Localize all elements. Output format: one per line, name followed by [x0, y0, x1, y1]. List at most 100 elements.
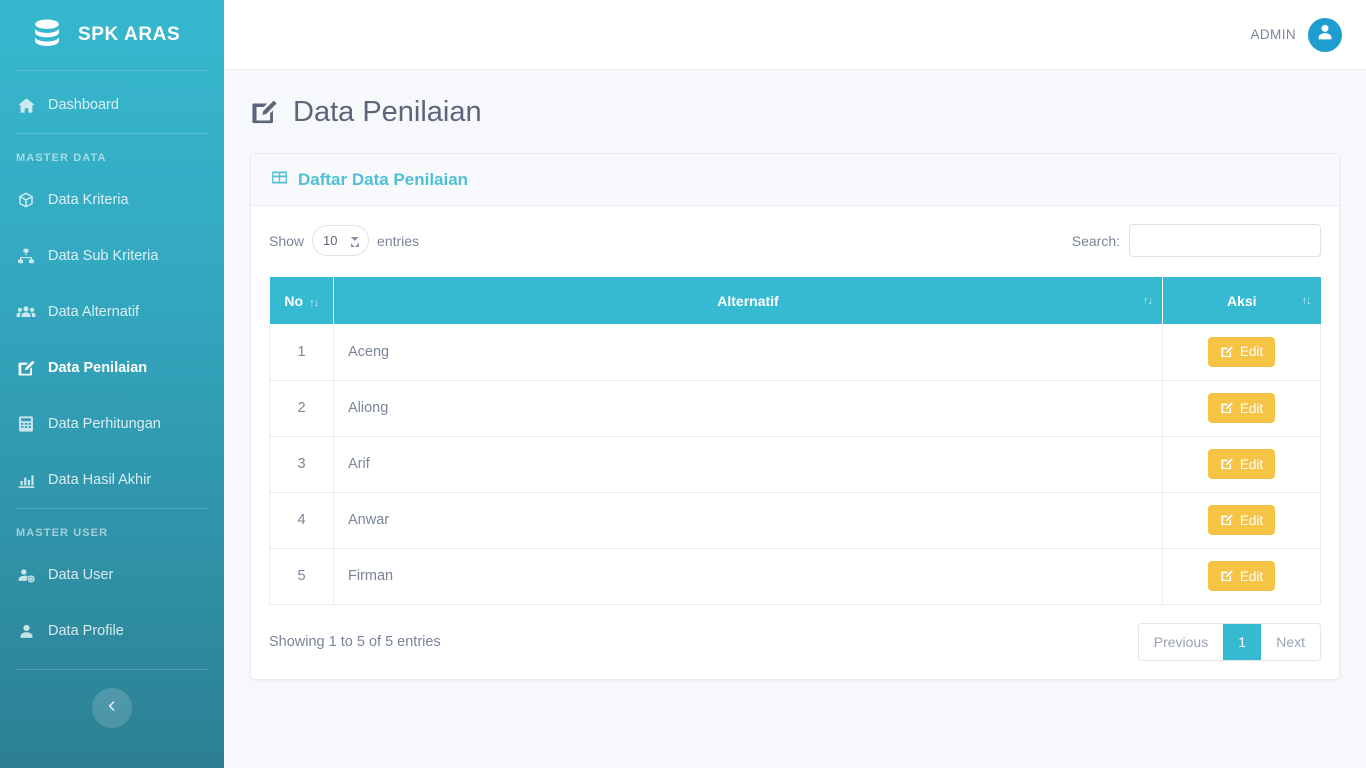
- sidebar-divider-top: [16, 70, 208, 71]
- edit-button-label: Edit: [1239, 344, 1264, 360]
- table-row: 3 Arif Edit: [269, 436, 1321, 493]
- user-icon: [16, 621, 36, 641]
- topbar: ADMIN: [224, 0, 1366, 70]
- sidebar-item-label: Data User: [48, 567, 114, 583]
- table-header-row: No ↑↓ Alternatif ↑↓ Aksi ↑↓: [269, 277, 1321, 324]
- edit-square-icon: [1220, 401, 1234, 415]
- cell-aksi: Edit: [1162, 324, 1321, 381]
- datatable-footer: Showing 1 to 5 of 5 entries Previous 1 N…: [269, 622, 1321, 663]
- datatable-length-control: Show 10 25 50 100 entries: [269, 225, 419, 256]
- edit-button-label: Edit: [1239, 400, 1264, 416]
- cell-alternatif: Firman: [333, 548, 1163, 605]
- card-body: Show 10 25 50 100 entries Search:: [251, 206, 1339, 679]
- edit-button-label: Edit: [1239, 456, 1264, 472]
- table-icon: [271, 169, 288, 191]
- calculator-icon: [16, 414, 36, 434]
- table-head: No ↑↓ Alternatif ↑↓ Aksi ↑↓: [269, 277, 1321, 324]
- sidebar-item-label: Data Perhitungan: [48, 416, 161, 432]
- cell-alternatif: Aceng: [333, 324, 1163, 381]
- sidebar-item-label: Data Profile: [48, 623, 124, 639]
- avatar[interactable]: [1308, 17, 1342, 52]
- brand[interactable]: SPK ARAS: [0, 0, 224, 70]
- sidebar-item-label: Data Kriteria: [48, 192, 129, 208]
- column-header-aksi[interactable]: Aksi ↑↓: [1162, 277, 1321, 324]
- datatable-info: Showing 1 to 5 of 5 entries: [269, 633, 441, 650]
- edit-square-icon: [1220, 569, 1234, 583]
- edit-button[interactable]: Edit: [1207, 336, 1276, 367]
- sidebar-item-data-hasil-akhir[interactable]: Data Hasil Akhir: [0, 452, 224, 508]
- sidebar-item-data-sub-kriteria[interactable]: Data Sub Kriteria: [0, 228, 224, 284]
- sort-updown-icon: ↑↓: [1143, 294, 1153, 307]
- table-row: 1 Aceng Edit: [269, 324, 1321, 381]
- edit-button-label: Edit: [1239, 568, 1264, 584]
- sort-updown-icon: ↑↓: [309, 296, 319, 309]
- datatable-search-control: Search:: [1072, 224, 1321, 257]
- sidebar-item-data-perhitungan[interactable]: Data Perhitungan: [0, 396, 224, 452]
- pagination-previous[interactable]: Previous: [1138, 623, 1224, 660]
- edit-button-label: Edit: [1239, 512, 1264, 528]
- sidebar-item-dashboard[interactable]: Dashboard: [0, 77, 224, 133]
- entries-per-page-select[interactable]: 10 25 50 100: [312, 225, 370, 256]
- user-cog-icon: [16, 565, 36, 585]
- edit-button[interactable]: Edit: [1207, 505, 1276, 535]
- sidebar-item-label: Data Penilaian: [48, 360, 148, 376]
- sidebar-item-data-profile[interactable]: Data Profile: [0, 603, 224, 659]
- pagination-next[interactable]: Next: [1261, 623, 1320, 660]
- edit-button[interactable]: Edit: [1207, 561, 1276, 591]
- cube-icon: [16, 190, 36, 210]
- brand-text: SPK ARAS: [78, 24, 181, 45]
- sidebar-item-label: Data Hasil Akhir: [48, 472, 152, 488]
- pagination-page-1[interactable]: 1: [1223, 623, 1262, 660]
- column-header-alternatif[interactable]: Alternatif ↑↓: [333, 277, 1163, 324]
- cell-no: 2: [269, 380, 334, 437]
- table-row: 4 Anwar Edit: [269, 492, 1321, 549]
- cell-alternatif: Aliong: [333, 380, 1163, 437]
- cell-alternatif: Arif: [333, 436, 1163, 493]
- card-header: Daftar Data Penilaian: [251, 154, 1339, 206]
- column-header-label: Alternatif: [717, 292, 779, 309]
- cell-alternatif: Anwar: [333, 492, 1163, 549]
- column-header-label: Aksi: [1226, 292, 1257, 309]
- sidebar-item-label: Data Sub Kriteria: [48, 248, 159, 264]
- sidebar-section-master-user: MASTER USER: [16, 527, 109, 539]
- cell-no: 5: [269, 548, 334, 605]
- show-label: Show: [269, 232, 305, 249]
- sidebar-item-data-user[interactable]: Data User: [0, 547, 224, 603]
- sidebar-section-master-data: MASTER DATA: [16, 152, 107, 164]
- sidebar: SPK ARAS Dashboard MASTER DATA Data Krit…: [0, 0, 224, 768]
- pagination: Previous 1 Next: [1137, 622, 1321, 661]
- edit-square-icon: [1220, 513, 1234, 527]
- page-title-text: Data Penilaian: [293, 96, 482, 128]
- table-row: 5 Firman Edit: [269, 548, 1321, 605]
- table-body: 1 Aceng Edit 2 Aliong Edit 3 Arif Edit 4…: [269, 324, 1321, 605]
- sidebar-item-label: Dashboard: [48, 97, 119, 113]
- search-input[interactable]: [1129, 224, 1321, 257]
- penilaian-table: No ↑↓ Alternatif ↑↓ Aksi ↑↓ 1 Aceng Edit…: [269, 277, 1321, 605]
- page-title: Data Penilaian: [250, 96, 1340, 129]
- edit-button[interactable]: Edit: [1207, 449, 1276, 479]
- table-row: 2 Aliong Edit: [269, 380, 1321, 437]
- column-header-no[interactable]: No ↑↓: [269, 277, 334, 324]
- edit-square-icon: [1220, 457, 1234, 471]
- sidebar-collapse-button[interactable]: [92, 688, 132, 728]
- edit-square-icon: [1220, 345, 1234, 359]
- admin-label: ADMIN: [1250, 27, 1296, 42]
- sort-updown-icon: ↑↓: [1301, 294, 1312, 307]
- edit-square-icon: [250, 98, 279, 127]
- sitemap-icon: [16, 246, 36, 266]
- chart-bar-icon: [16, 470, 36, 490]
- cell-no: 3: [269, 436, 334, 493]
- users-icon: [16, 302, 36, 322]
- cell-aksi: Edit: [1162, 436, 1321, 493]
- data-card: Daftar Data Penilaian Show 10 25 50 100: [250, 153, 1340, 680]
- sidebar-item-data-kriteria[interactable]: Data Kriteria: [0, 172, 224, 228]
- app-root: SPK ARAS Dashboard MASTER DATA Data Krit…: [0, 0, 1366, 768]
- sidebar-item-data-penilaian[interactable]: Data Penilaian: [0, 340, 224, 396]
- sidebar-item-data-alternatif[interactable]: Data Alternatif: [0, 284, 224, 340]
- edit-button[interactable]: Edit: [1207, 393, 1276, 423]
- chevron-left-icon: [105, 699, 119, 718]
- datatable-controls: Show 10 25 50 100 entries Search:: [269, 224, 1321, 257]
- edit-square-icon: [16, 358, 36, 378]
- cell-aksi: Edit: [1162, 492, 1321, 549]
- column-header-label: No: [284, 292, 304, 309]
